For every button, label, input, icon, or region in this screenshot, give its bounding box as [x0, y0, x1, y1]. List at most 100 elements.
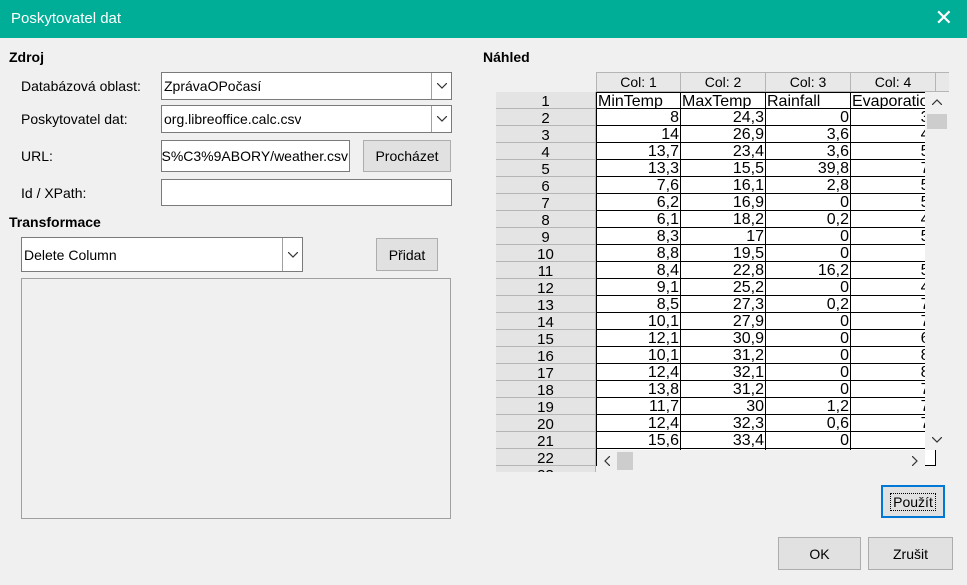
ok-button[interactable]: OK — [778, 537, 861, 570]
chevron-up-icon[interactable] — [925, 92, 949, 112]
table-cell: Rainfall — [766, 92, 851, 109]
table-cell: 16,2 — [766, 262, 851, 279]
db-range-select[interactable]: ZprávaOPočasí — [161, 72, 452, 100]
table-cell: 16,1 — [681, 177, 766, 194]
table-cell: 4, — [851, 211, 936, 228]
row-header: 7 — [496, 194, 596, 212]
table-cell: 23,4 — [681, 143, 766, 160]
table-cell: 8,8 — [596, 245, 681, 262]
chevron-down-icon[interactable] — [282, 238, 302, 271]
table-cell: 6, — [851, 330, 936, 347]
table-cell: 24,3 — [681, 109, 766, 126]
column-header: Col: 2 — [681, 72, 766, 92]
row-header: 17 — [496, 364, 596, 382]
row-header: 6 — [496, 177, 596, 195]
chevron-right-icon[interactable] — [905, 450, 925, 472]
table-cell: 6,2 — [596, 194, 681, 211]
id-xpath-field[interactable] — [161, 179, 452, 206]
grid-corner — [496, 72, 596, 92]
ok-button-label: OK — [809, 545, 830, 562]
horizontal-scrollbar[interactable] — [597, 450, 925, 472]
column-header: Col: 1 — [596, 72, 681, 92]
table-cell: 7, — [851, 381, 936, 398]
add-button-label: Přidat — [388, 246, 426, 263]
table-cell: 7, — [851, 398, 936, 415]
row-header: 9 — [496, 228, 596, 246]
table-cell: 12,4 — [596, 415, 681, 432]
chevron-down-icon[interactable] — [431, 73, 451, 99]
row-header: 23 — [496, 466, 596, 472]
table-cell: 6,1 — [596, 211, 681, 228]
table-cell: 31,2 — [681, 381, 766, 398]
row-header: 14 — [496, 313, 596, 331]
table-cell: 15,6 — [596, 432, 681, 449]
row-header: 4 — [496, 143, 596, 161]
table-cell: 15,5 — [681, 160, 766, 177]
row-header: 8 — [496, 211, 596, 229]
table-cell: 8,3 — [596, 228, 681, 245]
table-cell: 5, — [851, 177, 936, 194]
table-cell: 0,6 — [766, 415, 851, 432]
scroll-thumb[interactable] — [927, 114, 947, 129]
url-value: S%C3%9ABORY/weather.csv — [161, 148, 348, 164]
row-header: 1 — [496, 92, 596, 110]
preview-grid[interactable]: Col: 1 Col: 2 Col: 3 Col: 4 1 2 3 4 5 6 7 8 9 10 11 12 1… — [496, 72, 949, 472]
preview-heading: Náhled — [483, 49, 530, 65]
table-cell: 32,1 — [681, 364, 766, 381]
table-cell: 4, — [851, 126, 936, 143]
transform-select[interactable]: Delete Column — [21, 237, 303, 272]
table-cell: 27,3 — [681, 296, 766, 313]
row-header: 13 — [496, 296, 596, 314]
table-cell: 0 — [766, 330, 851, 347]
table-cell: 17 — [681, 228, 766, 245]
table-cell: 5, — [851, 262, 936, 279]
table-cell: 7, — [851, 313, 936, 330]
add-button[interactable]: Přidat — [376, 238, 438, 271]
table-cell: 30,9 — [681, 330, 766, 347]
table-cell: 7, — [851, 415, 936, 432]
browse-button[interactable]: Procházet — [363, 140, 451, 172]
row-header: 16 — [496, 347, 596, 365]
chevron-left-icon[interactable] — [597, 450, 617, 472]
scroll-thumb[interactable] — [617, 452, 633, 470]
row-header: 18 — [496, 381, 596, 399]
table-cell: 25,2 — [681, 279, 766, 296]
transformations-list[interactable] — [21, 278, 451, 519]
table-cell: 0 — [766, 432, 851, 449]
column-header: Col: 4 — [851, 72, 936, 92]
table-cell: 0 — [766, 364, 851, 381]
close-icon[interactable]: ✕ — [935, 6, 953, 30]
table-cell: MaxTemp — [681, 92, 766, 109]
table-cell — [851, 245, 936, 262]
url-field[interactable]: S%C3%9ABORY/weather.csv — [161, 140, 350, 172]
table-cell: 0 — [766, 347, 851, 364]
row-header: 5 — [496, 160, 596, 178]
table-cell: 5, — [851, 143, 936, 160]
table-cell: 16,9 — [681, 194, 766, 211]
apply-button[interactable]: Použít — [881, 485, 945, 518]
column-header: Col: 3 — [766, 72, 851, 92]
vertical-scrollbar[interactable] — [925, 92, 949, 450]
cancel-button[interactable]: Zrušit — [868, 537, 953, 570]
chevron-down-icon[interactable] — [431, 106, 451, 132]
table-cell: 0 — [766, 245, 851, 262]
table-cell: 27,9 — [681, 313, 766, 330]
table-cell: 3,6 — [766, 126, 851, 143]
row-header: 22 — [496, 449, 596, 467]
table-cell: 0 — [766, 109, 851, 126]
provider-select[interactable]: org.libreoffice.calc.csv — [161, 105, 452, 133]
chevron-down-icon[interactable] — [925, 430, 949, 450]
table-cell: 8,4 — [596, 262, 681, 279]
table-cell: 8, — [851, 347, 936, 364]
provider-label: Poskytovatel dat: — [21, 111, 128, 127]
table-cell: 18,2 — [681, 211, 766, 228]
table-cell: 5, — [851, 194, 936, 211]
id-label: Id / XPath: — [21, 185, 87, 201]
browse-button-label: Procházet — [375, 148, 439, 164]
table-cell: 3,6 — [766, 143, 851, 160]
table-cell: 31,2 — [681, 347, 766, 364]
table-cell: 1,2 — [766, 398, 851, 415]
table-cell: 12,4 — [596, 364, 681, 381]
table-cell: 0 — [766, 313, 851, 330]
column-header-overflow — [936, 72, 949, 92]
